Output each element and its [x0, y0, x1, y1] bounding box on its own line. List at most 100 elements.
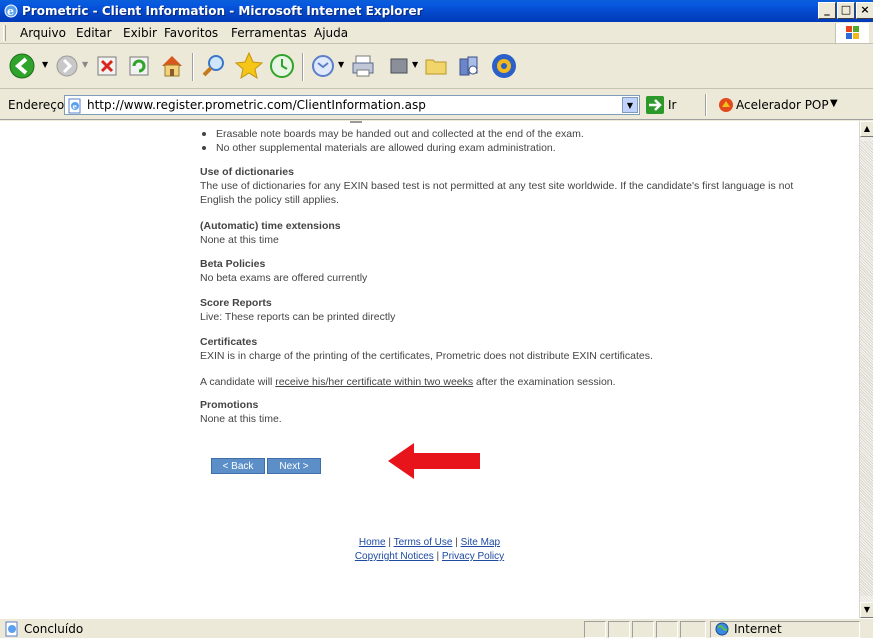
- menu-editar[interactable]: Editar: [76, 26, 112, 40]
- go-button[interactable]: Ir: [668, 98, 676, 112]
- address-dropdown-icon[interactable]: ▼: [622, 97, 638, 113]
- history-icon[interactable]: [268, 52, 296, 80]
- certificate-note: A candidate will receive his/her certifi…: [200, 375, 840, 389]
- url-text: http://www.register.prometric.com/Client…: [87, 98, 426, 112]
- back-icon[interactable]: [8, 50, 40, 82]
- page-icon: e: [68, 98, 81, 114]
- footer-links-row-2: Copyright Notices | Privacy Policy: [0, 551, 859, 562]
- section-text: No beta exams are offered currently: [200, 272, 368, 284]
- accelerator-label[interactable]: Acelerador POP: [736, 98, 829, 112]
- menu-ferramentas[interactable]: Ferramentas: [231, 26, 307, 40]
- home-link[interactable]: Home: [359, 537, 386, 548]
- section-text: Live: These reports can be printed direc…: [200, 311, 396, 323]
- copyright-link[interactable]: Copyright Notices: [355, 551, 434, 562]
- stop-icon[interactable]: [96, 55, 118, 77]
- section-score-reports: Score Reports Live: These reports can be…: [200, 296, 395, 324]
- forward-icon[interactable]: [54, 53, 80, 79]
- status-bar: Concluído Internet: [0, 618, 873, 638]
- messenger-icon[interactable]: [490, 52, 518, 80]
- research-icon[interactable]: [456, 53, 482, 79]
- back-button[interactable]: < Back: [211, 458, 265, 474]
- section-dictionaries: Use of dictionaries The use of dictionar…: [200, 165, 820, 207]
- status-text: Concluído: [24, 622, 84, 636]
- edit-icon[interactable]: [388, 55, 410, 77]
- toolbar: ▼ ▼ ▼ ▼: [0, 45, 873, 89]
- separator: |: [388, 537, 391, 548]
- edit-dropdown-icon[interactable]: ▼: [412, 60, 418, 69]
- status-pane: [680, 621, 706, 638]
- svg-text:e: e: [7, 5, 14, 18]
- scroll-down-icon[interactable]: ▼: [860, 602, 873, 618]
- section-heading: Beta Policies: [200, 258, 266, 270]
- mail-dropdown-icon[interactable]: ▼: [338, 60, 344, 69]
- address-label: Endereço: [8, 98, 65, 112]
- section-promotions: Promotions None at this time.: [200, 398, 282, 426]
- internet-globe-icon: [715, 622, 729, 636]
- ie-window: e Prometric - Client Information - Micro…: [0, 0, 873, 638]
- address-input[interactable]: e http://www.register.prometric.com/Clie…: [64, 95, 640, 115]
- print-icon[interactable]: [350, 53, 376, 79]
- menu-grip: [3, 25, 6, 41]
- svg-text:e: e: [73, 102, 78, 111]
- address-bar: Endereço e http://www.register.prometric…: [0, 90, 873, 120]
- scroll-thumb[interactable]: [860, 141, 873, 596]
- section-heading: (Automatic) time extensions: [200, 220, 341, 232]
- separator: |: [455, 537, 458, 548]
- back-dropdown-icon[interactable]: ▼: [42, 60, 48, 69]
- home-icon[interactable]: [158, 52, 186, 80]
- vertical-scrollbar[interactable]: ▲ ▼: [859, 121, 873, 618]
- zone-pane: [710, 621, 860, 638]
- menu-favoritos[interactable]: Favoritos: [164, 26, 218, 40]
- bullet-dot: [202, 132, 206, 136]
- folder-icon[interactable]: [424, 54, 448, 78]
- status-pane: [632, 621, 654, 638]
- scroll-up-icon[interactable]: ▲: [860, 121, 873, 137]
- minimize-button[interactable]: _: [818, 2, 836, 19]
- list-item: No other supplemental materials are allo…: [202, 141, 584, 155]
- separator: |: [436, 551, 440, 562]
- address-separator: [705, 94, 707, 116]
- section-heading: Promotions: [200, 399, 259, 411]
- section-heading: Certificates: [200, 336, 258, 348]
- page-content: Erasable note boards may be handed out a…: [0, 121, 859, 618]
- section-beta-policies: Beta Policies No beta exams are offered …: [200, 257, 367, 285]
- note-text: after the examination session.: [473, 376, 616, 388]
- certificate-timing-link[interactable]: receive his/her certificate within two w…: [275, 376, 473, 388]
- privacy-link[interactable]: Privacy Policy: [442, 551, 504, 562]
- content-top-mark: [350, 121, 362, 123]
- search-icon[interactable]: [200, 52, 228, 80]
- red-arrow-icon: [388, 443, 480, 479]
- section-text: The use of dictionaries for any EXIN bas…: [200, 180, 794, 206]
- section-time-extensions: (Automatic) time extensions None at this…: [200, 219, 341, 247]
- next-button[interactable]: Next >: [267, 458, 321, 474]
- section-heading: Score Reports: [200, 297, 272, 309]
- close-button[interactable]: ×: [856, 2, 873, 19]
- list-item: Erasable note boards may be handed out a…: [202, 127, 584, 141]
- forward-dropdown-icon[interactable]: ▼: [82, 60, 88, 69]
- menu-arquivo[interactable]: Arquivo: [20, 26, 66, 40]
- status-pane: [656, 621, 678, 638]
- refresh-icon[interactable]: [128, 55, 150, 77]
- title-bar: e Prometric - Client Information - Micro…: [0, 0, 873, 22]
- section-heading: Use of dictionaries: [200, 166, 294, 178]
- favorites-icon[interactable]: [234, 51, 264, 81]
- window-title: Prometric - Client Information - Microso…: [22, 4, 423, 18]
- go-arrow-icon[interactable]: [646, 96, 664, 114]
- menu-ajuda[interactable]: Ajuda: [314, 26, 348, 40]
- windows-logo-icon: [835, 23, 869, 43]
- accelerator-icon[interactable]: [718, 97, 734, 113]
- mail-icon[interactable]: [310, 53, 336, 79]
- maximize-button[interactable]: □: [837, 2, 855, 19]
- note-text: A candidate will: [200, 376, 276, 388]
- sitemap-link[interactable]: Site Map: [461, 537, 500, 548]
- page-done-icon: [5, 621, 18, 637]
- accelerator-dropdown-icon[interactable]: ▼: [830, 98, 838, 109]
- zone-text: Internet: [734, 622, 782, 636]
- section-text: EXIN is in charge of the printing of the…: [200, 350, 653, 362]
- bullet-dot: [202, 146, 206, 150]
- menu-bar: Arquivo Editar Exibir Favoritos Ferramen…: [0, 22, 873, 44]
- terms-link[interactable]: Terms of Use: [394, 537, 453, 548]
- ie-logo-icon: e: [4, 4, 18, 18]
- toolbar-separator: [192, 53, 194, 81]
- menu-exibir[interactable]: Exibir: [123, 26, 157, 40]
